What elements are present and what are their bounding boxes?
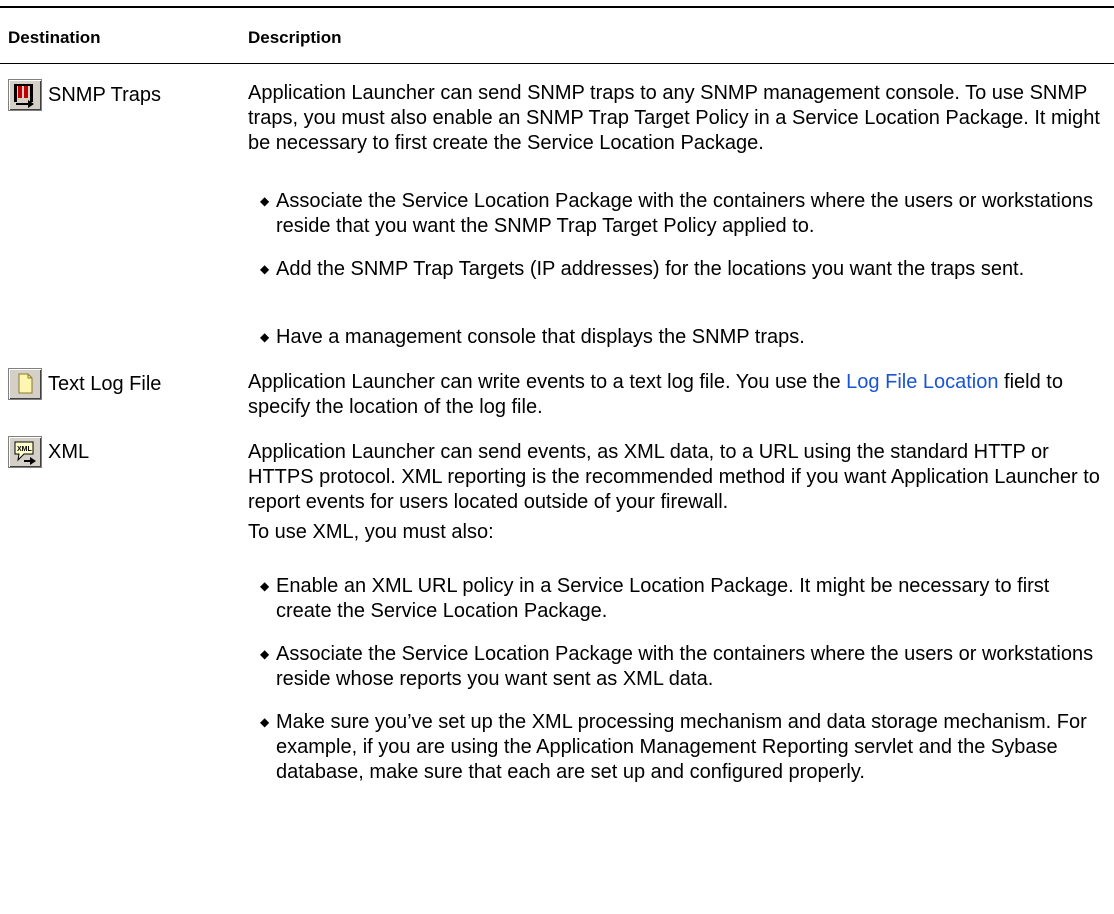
destination-xml: XML XML (8, 436, 89, 468)
xml-lead: To use XML, you must also: (248, 521, 494, 543)
destination-xml-label: XML (48, 440, 90, 463)
destination-text-log-file: Text Log File (8, 368, 161, 400)
svg-text:XML: XML (17, 446, 33, 453)
table-top-rule (0, 6, 1114, 8)
xml-description: Application Launcher can send events, as… (248, 440, 1104, 515)
text-log-file-icon (8, 368, 42, 400)
header-rule (0, 63, 1114, 64)
destination-snmp-label: SNMP Traps (48, 83, 161, 106)
destination-text-log-label: Text Log File (48, 372, 162, 395)
list-item: ◆ Have a management console that displays… (260, 326, 805, 348)
list-item: ◆ Add the SNMP Trap Targets (IP addresses… (260, 258, 1025, 280)
header-description: Description (248, 28, 342, 47)
snmp-description: Application Launcher can send SNMP traps… (248, 81, 1104, 156)
header-destination: Destination (8, 28, 101, 47)
xml-intro: Application Launcher can send events, as… (248, 441, 1100, 513)
log-file-location-link[interactable]: Log File Location (846, 371, 998, 393)
xml-icon: XML (8, 436, 42, 468)
snmp-trap-icon (8, 79, 42, 111)
list-item: ◆ Enable an XML URL policy in a Service L… (260, 575, 1050, 622)
list-item: ◆ Associate the Service Location Package … (260, 190, 1094, 237)
text-log-description: Application Launcher can write events to… (248, 371, 1063, 418)
snmp-intro: Application Launcher can send SNMP traps… (248, 82, 1100, 154)
destination-snmp-traps: SNMP Traps (8, 79, 161, 111)
list-item: ◆ Make sure you’ve set up the XML process… (260, 711, 1087, 783)
list-item: ◆ Associate the Service Location Package … (260, 643, 1094, 690)
